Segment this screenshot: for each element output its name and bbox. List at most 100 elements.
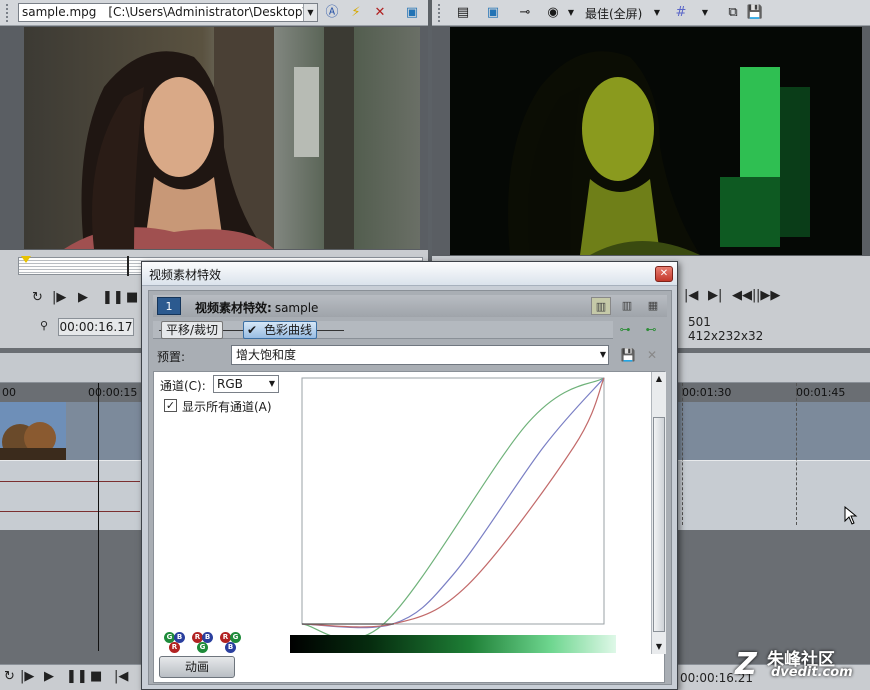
quality-select[interactable]: 最佳(全屏) xyxy=(585,5,642,22)
monitor-icon[interactable]: ▣ xyxy=(484,4,502,22)
watermark-z-glyph: Z xyxy=(735,647,757,682)
timeline-cursor[interactable] xyxy=(98,383,99,651)
channel-order-icon[interactable]: GBR xyxy=(164,632,185,656)
pause-icon[interactable]: ❚❚ xyxy=(102,290,124,305)
file-select[interactable]: sample.mpg [C:\Users\Administrator\Deskto… xyxy=(18,3,318,22)
split-screen-icon[interactable]: ⊸ xyxy=(516,4,534,22)
dialog-title: 视频素材特效 xyxy=(149,268,222,282)
show-all-channels-label: 显示所有通道(A) xyxy=(182,400,272,414)
fx-header-clip-name: sample xyxy=(274,301,319,315)
media-fx-icon[interactable]: Ⓐ xyxy=(323,4,341,22)
loop-icon[interactable]: ↻ xyxy=(32,290,43,305)
curve-graph[interactable] xyxy=(294,372,626,640)
stop-icon[interactable]: ■ xyxy=(126,290,138,305)
chevron-down-icon[interactable]: ▼ xyxy=(269,376,275,392)
output-preview xyxy=(450,27,862,255)
marker-line xyxy=(796,383,797,525)
preset-value: 增大饱和度 xyxy=(236,348,297,362)
source-preview xyxy=(24,27,420,249)
audio-waveform xyxy=(0,511,140,512)
preset-label: 预置: xyxy=(157,350,186,364)
chevron-down-icon[interactable]: ▼ xyxy=(303,4,317,21)
play-from-start-icon[interactable]: |▶ xyxy=(20,669,34,684)
fx-pan-crop[interactable]: 平移/裁切 xyxy=(161,321,224,339)
save-frame-icon[interactable]: 💾 xyxy=(746,4,764,22)
chevron-down-icon[interactable]: ▼ xyxy=(648,4,666,22)
toolbar-grip[interactable] xyxy=(6,4,10,22)
marker-line xyxy=(682,383,683,525)
channel-order-icon[interactable]: RGB xyxy=(220,632,241,656)
play-icon[interactable]: ▶ xyxy=(78,290,88,305)
watermark-en: dvedit.com xyxy=(771,665,853,680)
go-start-icon[interactable]: |◀ xyxy=(114,669,128,684)
rewind-icon[interactable]: ◀◀| xyxy=(732,288,756,303)
chevron-down-icon[interactable]: ▼ xyxy=(600,346,606,364)
panel-scrollbar[interactable]: ▲ ▼ xyxy=(651,372,666,654)
playhead[interactable] xyxy=(127,256,129,276)
file-name: sample.mpg xyxy=(22,5,97,19)
mouse-cursor-icon xyxy=(844,506,858,525)
overlay-icon[interactable]: ◉ xyxy=(544,4,562,22)
fx-header-label: 视频素材特效: xyxy=(195,301,272,315)
fx-header-title: 视频素材特效: sample xyxy=(195,299,318,316)
fx-color-curves-label: 色彩曲线 xyxy=(264,323,313,337)
lightning-icon[interactable]: ⚡ xyxy=(347,4,365,22)
animate-button[interactable]: 动画 xyxy=(159,656,235,678)
close-icon[interactable]: ✕ xyxy=(371,4,389,22)
ruler-label: 00:01:30 xyxy=(682,386,732,399)
frame-size: 412x232x32 xyxy=(688,329,764,343)
copy-frame-icon[interactable]: ⧉ xyxy=(724,4,742,22)
channel-dot-r: R xyxy=(169,642,180,653)
in-marker-icon[interactable] xyxy=(21,256,31,263)
view-single-icon[interactable]: ▥ xyxy=(591,297,611,315)
pin-icon[interactable]: ⚲ xyxy=(40,319,48,332)
chevron-down-icon[interactable]: ▼ xyxy=(562,4,580,22)
pause-icon[interactable]: ❚❚ xyxy=(66,669,88,684)
scroll-thumb[interactable] xyxy=(653,417,665,632)
toolbar-grip[interactable] xyxy=(438,4,442,22)
file-path: [C:\Users\Administrator\Desktop\] xyxy=(108,5,312,19)
prev-frame-icon[interactable]: |◀ xyxy=(684,288,698,303)
monitor-icon[interactable]: ▣ xyxy=(403,4,421,22)
channel-order-icon[interactable]: RBG xyxy=(192,632,213,656)
fx-color-curves[interactable]: ✔ 色彩曲线 xyxy=(243,321,318,339)
output-gradient-bar xyxy=(290,635,616,653)
channel-dot-g: G xyxy=(197,642,208,653)
ruler-label: 00:00:15 xyxy=(88,386,138,399)
fx-enabled-check-icon[interactable]: ✔ xyxy=(247,322,257,338)
audio-waveform xyxy=(0,481,140,482)
grid-icon[interactable]: # xyxy=(672,4,690,22)
dialog-titlebar[interactable]: 视频素材特效 ✕ xyxy=(142,262,677,286)
play-icon[interactable]: ▶ xyxy=(44,669,54,684)
ruler-label: 00 xyxy=(2,386,16,399)
show-all-channels-checkbox[interactable]: ✓ xyxy=(164,399,177,412)
watermark-logo: Z 朱峰社区 dvedit.com xyxy=(735,645,865,685)
save-preset-icon[interactable]: 💾 xyxy=(619,346,637,364)
right-preview-toolbar: ▤ ▣ ⊸ ◉ ▼ 最佳(全屏) ▼ # ▼ ⧉ 💾 xyxy=(432,0,870,26)
video-fx-dialog: 视频素材特效 ✕ 1 视频素材特效: sample ▥ ▥ ▦ 平移/裁切 ✔ 色… xyxy=(141,261,678,690)
close-button[interactable]: ✕ xyxy=(655,266,673,282)
channel-select[interactable]: RGB ▼ xyxy=(213,375,279,393)
play-from-start-icon[interactable]: |▶ xyxy=(52,290,66,305)
channel-label: 通道(C): xyxy=(160,379,206,393)
remove-fx-icon[interactable]: ⊷ xyxy=(641,321,661,339)
next-frame-icon[interactable]: ▶| xyxy=(708,288,722,303)
color-curves-panel: 通道(C): RGB ▼ ✓ 显示所有通道(A) GBRRBGRGB ▲ ▼ xyxy=(153,371,666,683)
add-fx-icon[interactable]: ⊶ xyxy=(615,321,635,339)
view-split-icon[interactable]: ▥ xyxy=(617,297,637,315)
left-preview-toolbar: sample.mpg [C:\Users\Administrator\Deskto… xyxy=(0,0,428,26)
channel-dot-b: B xyxy=(225,642,236,653)
scroll-up-icon[interactable]: ▲ xyxy=(652,372,666,386)
forward-icon[interactable]: |▶▶ xyxy=(756,288,780,303)
preset-select[interactable]: 增大饱和度 ▼ xyxy=(231,345,609,365)
scroll-down-icon[interactable]: ▼ xyxy=(652,640,666,654)
properties-icon[interactable]: ▤ xyxy=(454,4,472,22)
output-preview-image xyxy=(450,27,862,255)
stop-icon[interactable]: ■ xyxy=(90,669,102,684)
chevron-down-icon[interactable]: ▼ xyxy=(696,4,714,22)
loop-icon[interactable]: ↻ xyxy=(4,669,15,684)
view-grid-icon[interactable]: ▦ xyxy=(643,297,663,315)
fx-chain: 平移/裁切 ✔ 色彩曲线 xyxy=(153,321,613,339)
fx-number-badge: 1 xyxy=(157,297,181,315)
delete-preset-icon[interactable]: ✕ xyxy=(643,346,661,364)
